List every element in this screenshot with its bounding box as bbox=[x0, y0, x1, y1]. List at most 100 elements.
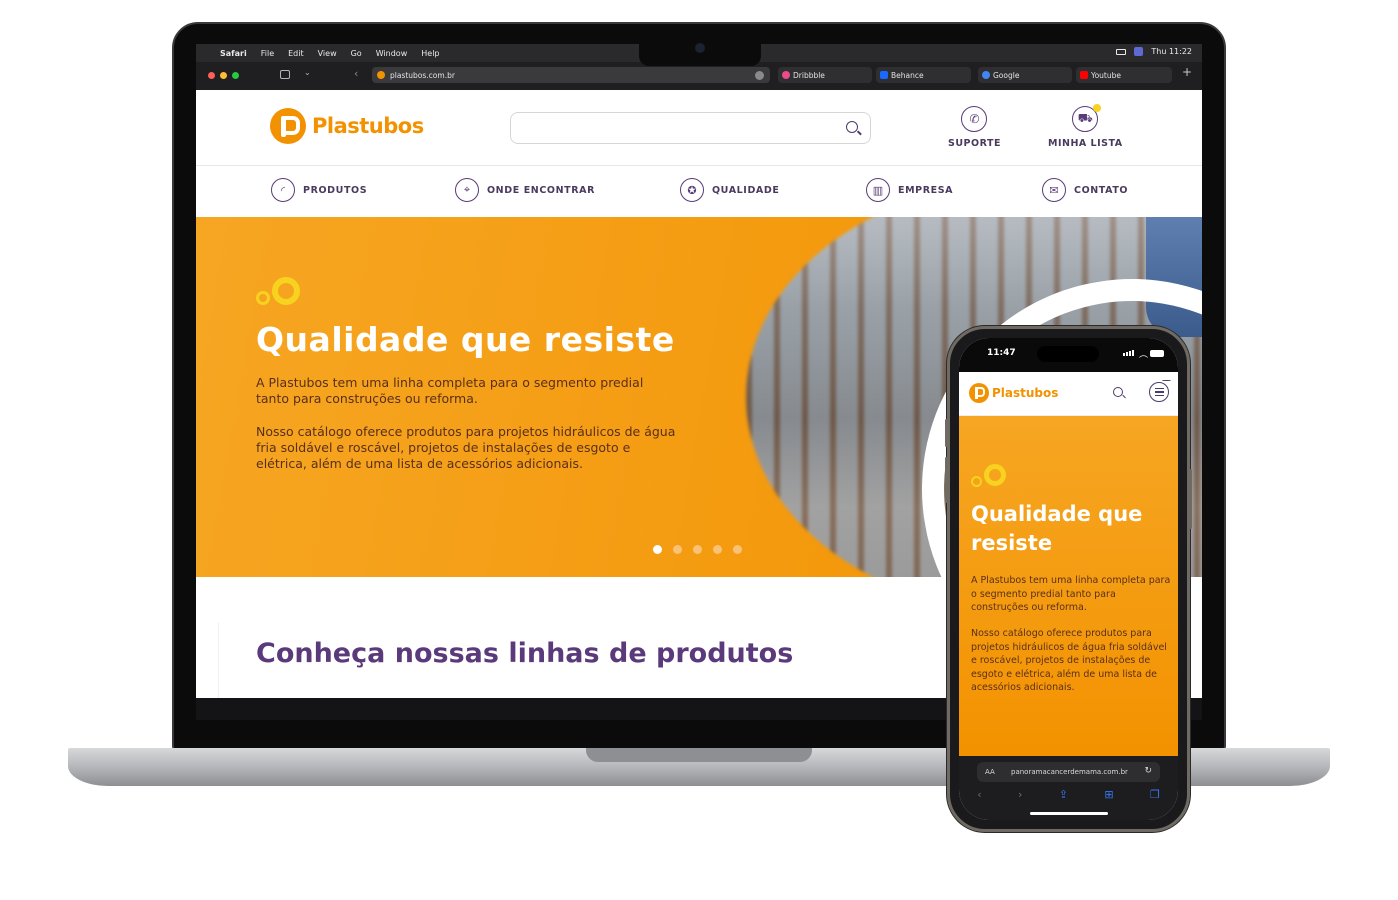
tab-google[interactable]: Google bbox=[978, 67, 1072, 83]
carousel-dot-1[interactable] bbox=[653, 545, 662, 554]
reader-aa-button[interactable]: AA bbox=[985, 768, 995, 776]
nav-item-onde-encontrar[interactable]: ⌖ ONDE ENCONTRAR bbox=[455, 178, 595, 202]
map-pin-icon: ⌖ bbox=[455, 178, 479, 202]
plastubos-logo-icon bbox=[270, 108, 306, 144]
menu-go[interactable]: Go bbox=[351, 49, 362, 58]
phone-address-bar[interactable]: AA panoramacancerdemama.com.br ↻ bbox=[977, 762, 1160, 782]
phone-hero-title: Qualidade que resiste bbox=[971, 502, 1143, 555]
tab-label: Dribbble bbox=[793, 70, 825, 80]
products-section-title: Conheça nossas linhas de produtos bbox=[256, 638, 794, 669]
menu-help[interactable]: Help bbox=[421, 49, 439, 58]
notification-dot bbox=[1162, 380, 1171, 382]
new-tab-button[interactable]: + bbox=[1182, 65, 1192, 79]
sidebar-toggle-icon[interactable] bbox=[280, 70, 290, 79]
control-center-icon[interactable] bbox=[1134, 47, 1144, 56]
menu-clock[interactable]: Thu 11:22 bbox=[1151, 47, 1192, 56]
safari-toolbar: ⌄ ‹ plastubos.com.br Dribbble Behance Go… bbox=[196, 62, 1202, 90]
dynamic-island bbox=[1037, 346, 1099, 362]
google-icon bbox=[982, 71, 990, 79]
search-input[interactable] bbox=[510, 112, 871, 144]
window-controls bbox=[208, 72, 239, 79]
behance-icon bbox=[880, 71, 888, 79]
hero-paragraph-2: Nosso catálogo oferece produtos para pro… bbox=[256, 424, 676, 471]
carousel-dot-3[interactable] bbox=[693, 545, 702, 554]
hamburger-menu-icon[interactable] bbox=[1149, 380, 1171, 402]
tab-youtube[interactable]: Youtube bbox=[1076, 67, 1172, 83]
close-window-button[interactable] bbox=[208, 72, 215, 79]
phone-hero-paragraph-2: Nosso catálogo oferece produtos para pro… bbox=[971, 628, 1167, 694]
minimize-window-button[interactable] bbox=[220, 72, 227, 79]
brand-name: Plastubos bbox=[992, 386, 1059, 400]
search-icon[interactable] bbox=[846, 121, 858, 133]
menu-window[interactable]: Window bbox=[376, 49, 408, 58]
factory-icon: ▥ bbox=[866, 178, 890, 202]
nav-item-qualidade[interactable]: ✪ QUALIDADE bbox=[680, 178, 779, 202]
share-icon[interactable]: ⇪ bbox=[1059, 788, 1068, 804]
carousel-dots bbox=[653, 545, 742, 554]
wifi-icon: ︵ bbox=[1138, 350, 1148, 360]
support-label: SUPORTE bbox=[948, 138, 1001, 149]
youtube-icon bbox=[1080, 71, 1088, 79]
battery-icon[interactable] bbox=[1116, 48, 1127, 55]
dribbble-icon bbox=[782, 71, 790, 79]
phone-hero: Qualidade que resiste A Plastubos tem um… bbox=[959, 416, 1178, 756]
carousel-dot-2[interactable] bbox=[673, 545, 682, 554]
bookmarks-icon[interactable]: ⊞ bbox=[1104, 788, 1113, 804]
nav-item-contato[interactable]: ✉ CONTATO bbox=[1042, 178, 1128, 202]
section-divider bbox=[218, 623, 219, 698]
search-icon[interactable] bbox=[1113, 387, 1123, 397]
phone-time: 11:47 bbox=[987, 348, 1016, 358]
menu-edit[interactable]: Edit bbox=[288, 49, 304, 58]
back-arrow-icon[interactable]: ‹ bbox=[977, 788, 981, 804]
nav-label: QUALIDADE bbox=[712, 184, 780, 196]
carousel-dot-4[interactable] bbox=[713, 545, 722, 554]
tab-label: Behance bbox=[891, 70, 924, 80]
nav-label: CONTATO bbox=[1074, 184, 1129, 196]
more-options-icon[interactable] bbox=[755, 71, 764, 80]
mail-icon: ✉ bbox=[1042, 178, 1066, 202]
tabs-icon[interactable]: ❐ bbox=[1150, 788, 1160, 804]
plastubos-logo-icon bbox=[969, 383, 989, 403]
phone-side-button bbox=[945, 419, 948, 447]
back-arrow-icon[interactable]: ‹ bbox=[354, 67, 358, 80]
hero-title: Qualidade que resiste bbox=[256, 320, 675, 359]
phone-site-header: Plastubos bbox=[959, 372, 1178, 416]
address-bar-url: plastubos.com.br bbox=[390, 70, 455, 80]
tab-dribbble[interactable]: Dribbble bbox=[778, 67, 872, 83]
phone-hero-paragraph-1: A Plastubos tem uma linha completa para … bbox=[971, 575, 1171, 614]
camera-icon bbox=[695, 43, 705, 53]
battery-icon bbox=[1150, 350, 1164, 357]
brand-name: Plastubos bbox=[312, 114, 424, 138]
phone-url: panoramacancerdemama.com.br bbox=[1011, 768, 1128, 776]
phone-device: 11:47 ︵ Plastubos Qualidade que resiste … bbox=[945, 326, 1192, 832]
address-bar[interactable]: plastubos.com.br bbox=[372, 67, 770, 83]
phone-icon: ✆ bbox=[961, 106, 988, 132]
my-list-button[interactable]: ⛟ MINHA LISTA bbox=[1048, 104, 1123, 149]
phone-site-logo[interactable]: Plastubos bbox=[969, 383, 1058, 403]
carousel-dot-5[interactable] bbox=[733, 545, 742, 554]
header-divider bbox=[196, 165, 1202, 166]
phone-status-bar: 11:47 ︵ bbox=[959, 338, 1178, 372]
tab-behance[interactable]: Behance bbox=[876, 67, 971, 83]
my-list-label: MINHA LISTA bbox=[1048, 138, 1123, 149]
nav-label: PRODUTOS bbox=[303, 184, 368, 196]
award-icon: ✪ bbox=[680, 178, 704, 202]
nav-label: EMPRESA bbox=[898, 184, 954, 196]
support-button[interactable]: ✆ SUPORTE bbox=[948, 106, 1001, 149]
notification-dot bbox=[1093, 104, 1102, 112]
site-logo[interactable]: Plastubos bbox=[270, 108, 424, 144]
menu-file[interactable]: File bbox=[261, 49, 274, 58]
phone-safari-bar: AA panoramacancerdemama.com.br ↻ ‹ › ⇪ ⊞… bbox=[959, 756, 1178, 820]
menu-safari[interactable]: Safari bbox=[220, 49, 247, 58]
hero-paragraph-1: A Plastubos tem uma linha completa para … bbox=[256, 375, 644, 406]
pipe-icon: ◜ bbox=[271, 178, 295, 202]
chevron-down-icon[interactable]: ⌄ bbox=[304, 68, 311, 77]
menu-view[interactable]: View bbox=[318, 49, 337, 58]
reload-icon[interactable]: ↻ bbox=[1144, 766, 1152, 776]
forward-arrow-icon[interactable]: › bbox=[1018, 788, 1022, 804]
zoom-window-button[interactable] bbox=[232, 72, 239, 79]
nav-item-empresa[interactable]: ▥ EMPRESA bbox=[866, 178, 953, 202]
nav-item-produtos[interactable]: ◜ PRODUTOS bbox=[271, 178, 367, 202]
phone-screen: 11:47 ︵ Plastubos Qualidade que resiste … bbox=[959, 338, 1178, 820]
laptop-opening-notch bbox=[586, 748, 812, 762]
